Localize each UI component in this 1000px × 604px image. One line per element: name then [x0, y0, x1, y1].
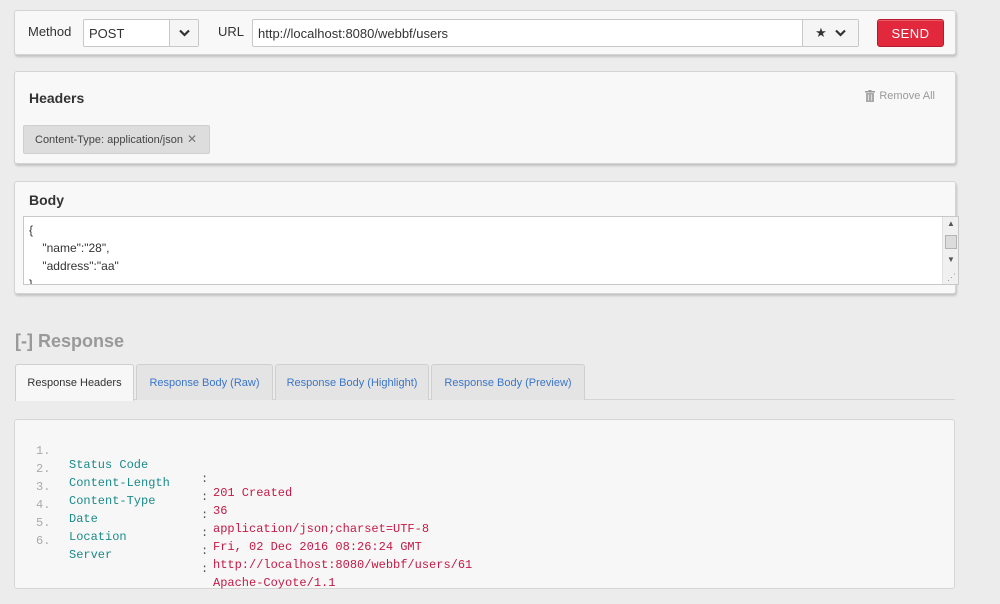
table-row: 1. Status Code : 201 Created [15, 430, 954, 500]
body-panel: Body { "name":"28", "address":"aa" } ▲ ▼… [14, 181, 959, 294]
collapse-toggle[interactable]: [-] [15, 331, 33, 351]
body-textarea[interactable]: { "name":"28", "address":"aa" } ▲ ▼ ⋰ [23, 216, 959, 285]
table-row: 6. Server : Apache-Coyote/1.1 [15, 520, 954, 590]
url-input[interactable]: http://localhost:8080/webbf/users ★ [252, 19, 859, 47]
headers-title: Headers [29, 90, 85, 106]
header-value: Fri, 02 Dec 2016 08:26:24 GMT [213, 540, 422, 554]
response-headers-panel: 1. Status Code : 201 Created 2. Content-… [14, 419, 955, 590]
header-tag-text: Content-Type: application/json [35, 133, 183, 146]
response-tabs: Response Headers Response Body (Raw) Res… [15, 364, 955, 401]
table-row: 3. Content-Type : application/json;chars… [15, 466, 954, 536]
body-line: } [29, 277, 34, 285]
body-line: { [29, 223, 34, 237]
method-select[interactable]: POST [83, 19, 199, 47]
method-label: Method [28, 24, 72, 39]
table-row: 4. Date : Fri, 02 Dec 2016 08:26:24 GMT [15, 484, 954, 554]
url-label: URL [218, 24, 245, 39]
body-line: "address":"aa" [29, 259, 119, 273]
url-actions: ★ [802, 20, 858, 46]
body-title: Body [29, 192, 64, 208]
scroll-up-arrow-icon[interactable]: ▲ [943, 217, 958, 231]
trash-icon [865, 90, 876, 102]
send-button[interactable]: SEND [877, 19, 944, 47]
table-row: 2. Content-Length : 36 [15, 448, 954, 518]
separator: : [201, 544, 209, 558]
scroll-thumb[interactable] [945, 235, 957, 249]
remove-all-label: Remove All [879, 90, 935, 102]
scroll-down-arrow-icon[interactable]: ▼ [943, 253, 958, 267]
response-section-title[interactable]: [-] Response [15, 331, 124, 352]
tab-response-body-highlight[interactable]: Response Body (Highlight) [275, 364, 429, 400]
response-title: Response [38, 331, 125, 351]
remove-all-button[interactable]: Remove All [865, 90, 935, 102]
tab-response-body-preview[interactable]: Response Body (Preview) [431, 364, 585, 400]
line-number: 6. [36, 534, 51, 548]
separator: : [201, 562, 209, 576]
star-icon[interactable]: ★ [815, 25, 827, 41]
request-bar: Method POST URL http://localhost:8080/we… [14, 10, 956, 55]
header-value: http://localhost:8080/webbf/users/61 [213, 558, 473, 572]
resize-handle-icon[interactable]: ⋰ [947, 272, 956, 283]
table-row: 5. Location : http://localhost:8080/webb… [15, 502, 954, 572]
tab-response-headers[interactable]: Response Headers [15, 364, 134, 401]
method-dropdown-button[interactable] [169, 20, 198, 46]
close-icon[interactable]: ✕ [187, 132, 197, 146]
chevron-down-icon [178, 29, 190, 37]
header-key: Server [69, 548, 113, 562]
url-value: http://localhost:8080/webbf/users [258, 26, 449, 41]
body-line: "name":"28", [29, 241, 110, 255]
method-value: POST [89, 26, 125, 41]
header-tag[interactable]: Content-Type: application/json ✕ [23, 125, 210, 154]
header-value: Apache-Coyote/1.1 [213, 576, 336, 590]
chevron-down-icon[interactable] [835, 29, 846, 37]
tab-response-body-raw[interactable]: Response Body (Raw) [136, 364, 273, 400]
headers-panel: Headers Remove All Content-Type: applica… [14, 71, 956, 164]
